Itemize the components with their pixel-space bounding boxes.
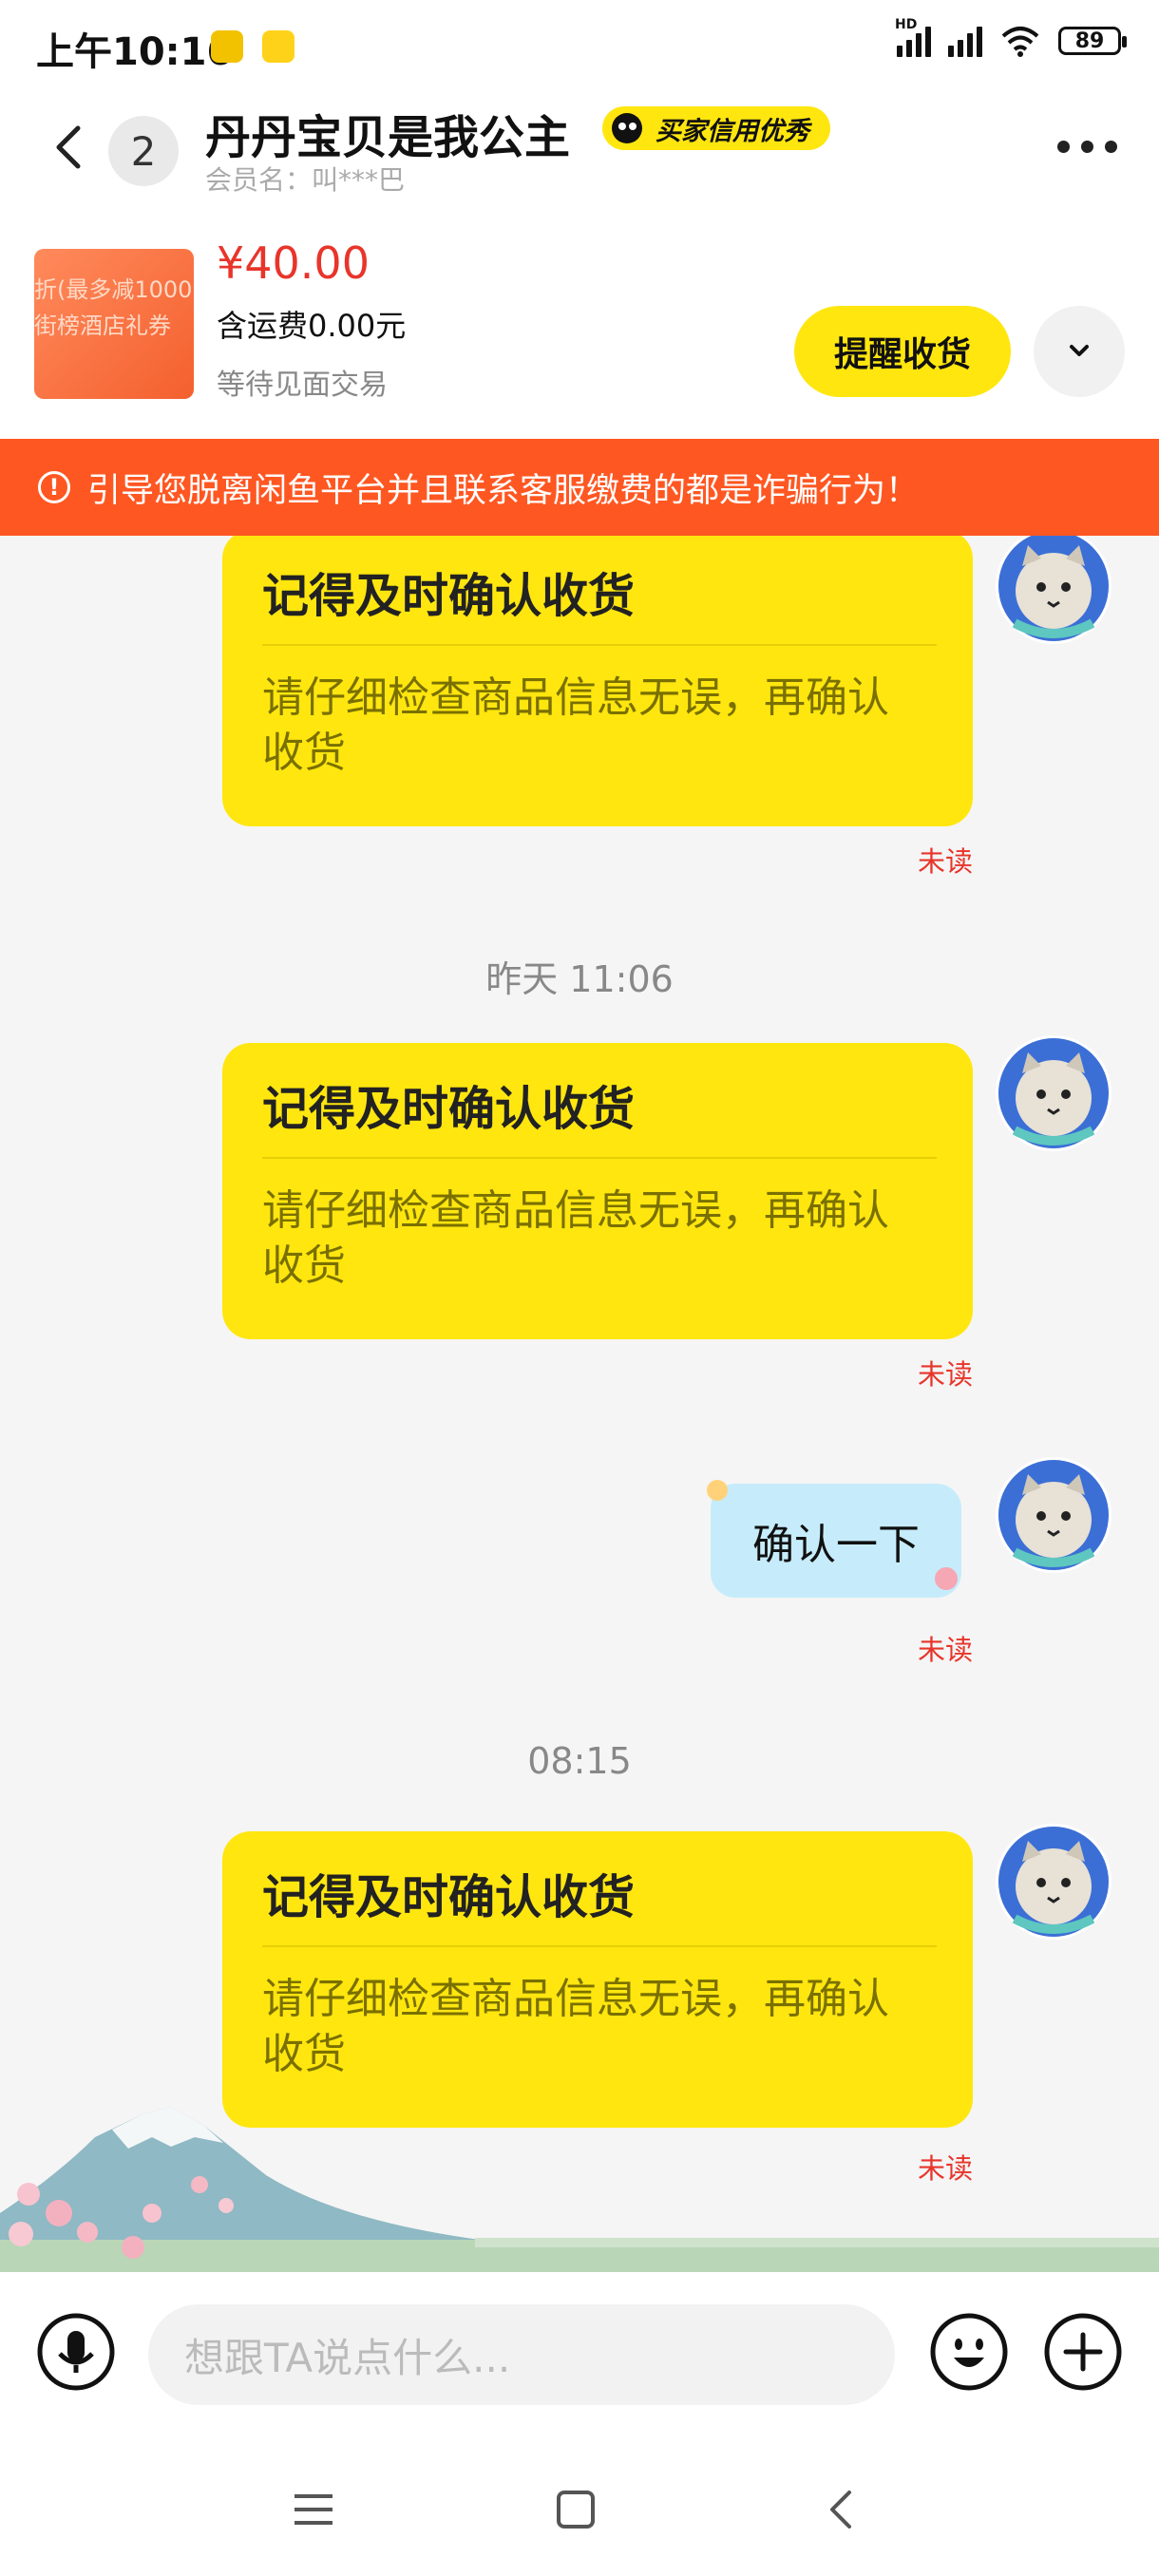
card-divider: [262, 644, 937, 646]
read-status: 未读: [917, 845, 973, 878]
system-navigation-bar: [0, 2447, 1159, 2576]
chevron-down-icon: [1070, 345, 1089, 356]
cat-avatar-icon: [998, 536, 1109, 641]
cat-avatar-icon: [998, 1460, 1109, 1570]
remind-receipt-button[interactable]: 提醒收货: [794, 306, 1011, 397]
message-input[interactable]: 想跟TA说点什么...: [148, 2304, 895, 2405]
card-body: 请仔细检查商品信息无误，再确认收货: [262, 1186, 889, 1290]
card-title: 记得及时确认收货: [262, 1870, 636, 1924]
product-price: ¥40.00: [217, 237, 370, 289]
status-time: 上午10:16: [36, 30, 234, 74]
notification-app-icon: [211, 30, 243, 63]
confirm-receipt-card[interactable]: 记得及时确认收货 请仔细检查商品信息无误，再确认收货: [222, 1043, 973, 1339]
menu-nav-icon[interactable]: [293, 2489, 334, 2530]
status-icons: HD 89: [895, 17, 1127, 57]
fraud-warning-banner: ! 引导您脱离闲鱼平台并且联系客服缴费的都是诈骗行为！: [0, 439, 1159, 536]
unread-count-badge[interactable]: 2: [108, 116, 179, 186]
message-input-bar: 想跟TA说点什么...: [0, 2272, 1159, 2447]
avatar[interactable]: [996, 1035, 1112, 1151]
credit-face-icon: [612, 113, 642, 143]
expand-button[interactable]: [1034, 306, 1125, 397]
card-body: 请仔细检查商品信息无误，再确认收货: [262, 1975, 889, 2078]
flower-decoration-icon: [707, 1480, 728, 1501]
input-placeholder: 想跟TA说点什么...: [184, 2334, 511, 2381]
notification-copy-icon: [262, 30, 294, 63]
battery-level: 89: [1074, 28, 1105, 53]
cat-avatar-icon: [998, 1827, 1109, 1937]
read-status: 未读: [917, 1634, 973, 1666]
text-message-bubble[interactable]: 确认一下: [711, 1484, 961, 1598]
card-title: 记得及时确认收货: [262, 569, 636, 623]
rose-decoration-icon: [935, 1567, 958, 1590]
card-title: 记得及时确认收货: [262, 1082, 636, 1136]
card-divider: [262, 1945, 937, 1947]
message-timestamp: 昨天 11:06: [485, 958, 674, 1000]
wifi-icon: [1001, 27, 1039, 57]
avatar[interactable]: [996, 1824, 1112, 1940]
avatar[interactable]: [996, 536, 1112, 644]
chat-header: 2 丹丹宝贝是我公主 买家信用优秀 会员名：叫***巴: [0, 95, 1159, 209]
credit-badge[interactable]: 买家信用优秀: [602, 106, 830, 150]
exclamation-icon: !: [38, 471, 70, 503]
avatar[interactable]: [996, 1457, 1112, 1573]
home-nav-icon[interactable]: [555, 2489, 597, 2530]
back-arrow-icon[interactable]: [42, 119, 99, 176]
thumb-line-1: 折(最多减1000元: [34, 276, 194, 303]
microphone-icon[interactable]: [36, 2312, 116, 2392]
hd-label: HD: [895, 17, 918, 32]
message-text: 确认一下: [752, 1521, 920, 1569]
warning-text: 引导您脱离闲鱼平台并且联系客服缴费的都是诈骗行为！: [87, 471, 920, 510]
thumb-line-2: 街榜酒店礼券: [34, 313, 171, 339]
order-status: 等待见面交易: [217, 369, 388, 402]
mountain-scenery-decoration: [0, 2107, 1159, 2272]
message-timestamp: 08:15: [527, 1740, 632, 1782]
cat-avatar-icon: [998, 1038, 1109, 1148]
card-divider: [262, 1157, 937, 1159]
read-status: 未读: [917, 1358, 973, 1391]
more-options-icon[interactable]: [1057, 141, 1117, 153]
contact-name: 丹丹宝贝是我公主: [205, 111, 571, 164]
battery-indicator: 89: [1058, 27, 1127, 55]
card-body: 请仔细检查商品信息无误，再确认收货: [262, 673, 889, 777]
product-thumbnail[interactable]: 折(最多减1000元 街榜酒店礼券: [34, 249, 194, 399]
emoji-icon[interactable]: [929, 2312, 1009, 2392]
back-nav-icon[interactable]: [821, 2489, 863, 2530]
credit-badge-label: 买家信用优秀: [656, 116, 809, 146]
cellular-signal-2-icon: [948, 25, 982, 57]
message-list[interactable]: 记得及时确认收货 请仔细检查商品信息无误，再确认收货 未读 昨天 11:06 记…: [0, 536, 1159, 2272]
add-attachment-icon[interactable]: [1043, 2312, 1123, 2392]
confirm-receipt-card[interactable]: 记得及时确认收货 请仔细检查商品信息无误，再确认收货: [222, 536, 973, 826]
status-bar: 上午10:16 HD 89: [0, 0, 1159, 95]
shipping-fee: 含运费0.00元: [217, 308, 407, 344]
product-summary[interactable]: 折(最多减1000元 街榜酒店礼券 ¥40.00 含运费0.00元 等待见面交易…: [0, 209, 1159, 439]
member-name: 会员名：叫***巴: [205, 164, 406, 196]
cellular-signal-icon: HD: [895, 17, 931, 57]
